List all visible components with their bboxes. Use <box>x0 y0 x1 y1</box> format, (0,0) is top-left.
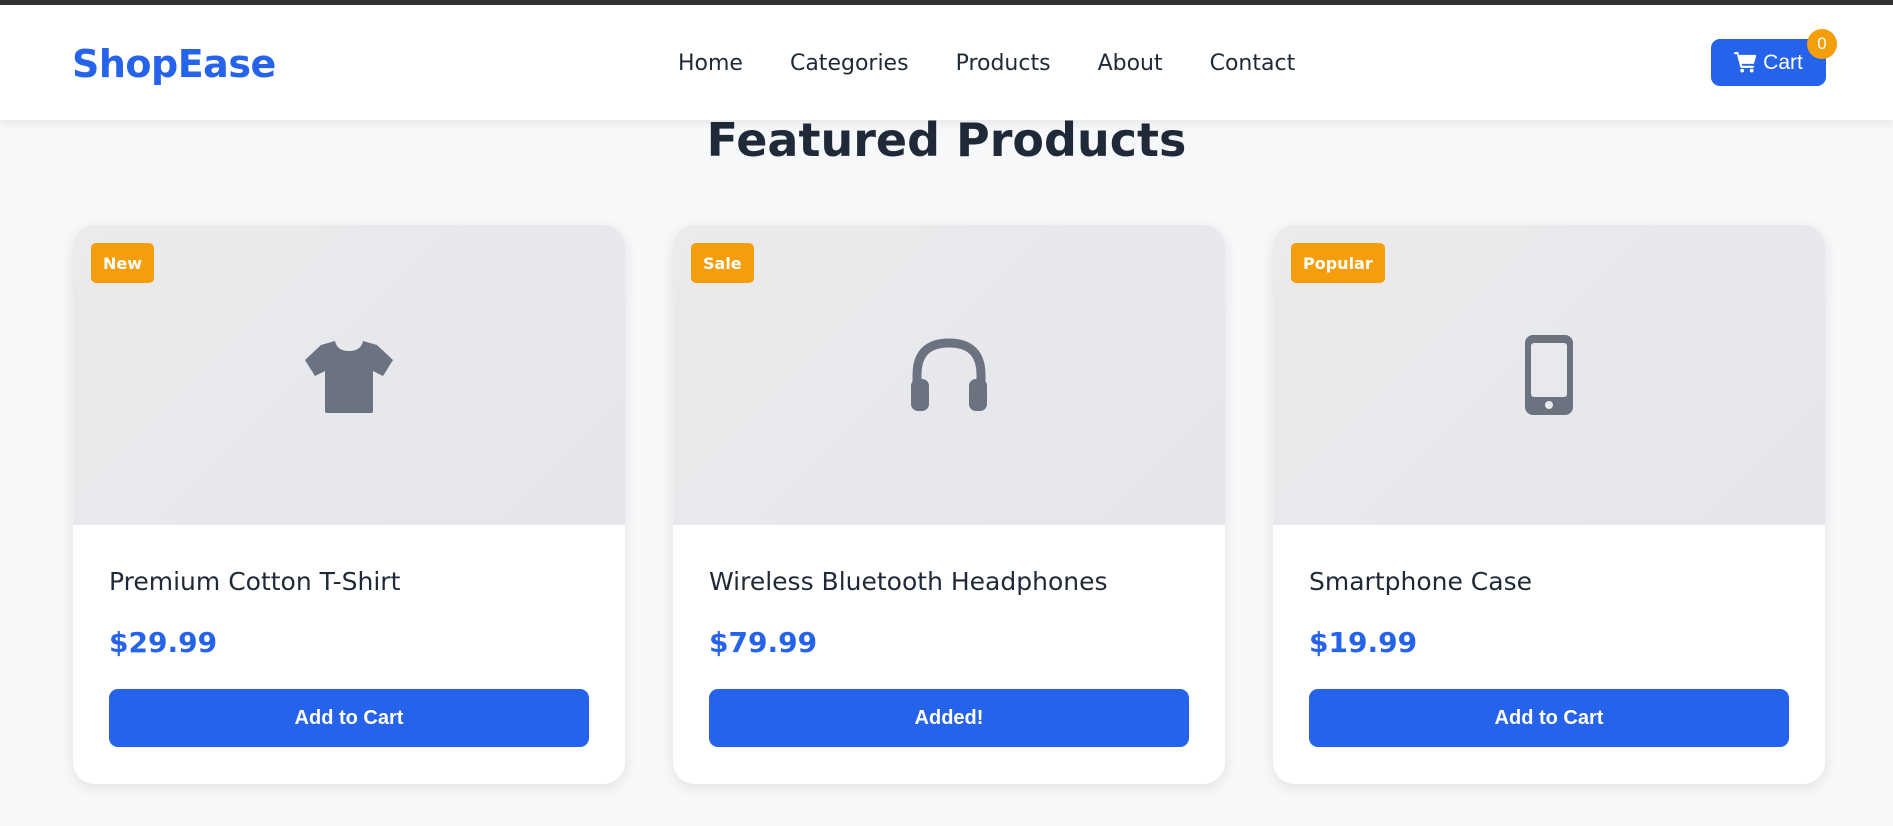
cart-count-badge: 0 <box>1807 29 1837 59</box>
product-name[interactable]: Wireless Bluetooth Headphones <box>709 567 1108 596</box>
product-badge: Sale <box>691 243 754 283</box>
product-price: $79.99 <box>709 626 818 659</box>
product-image[interactable]: New <box>73 225 625 525</box>
cart-label: Cart <box>1763 50 1803 74</box>
headphones-icon <box>911 338 987 411</box>
added-button[interactable]: Added! <box>709 689 1189 747</box>
product-price: $19.99 <box>1309 626 1418 659</box>
product-card: Sale Wireless Bluetooth Headphones $79.9… <box>673 225 1225 784</box>
nav-home[interactable]: Home <box>678 51 743 76</box>
nav-about[interactable]: About <box>1098 51 1163 76</box>
nav-categories[interactable]: Categories <box>790 51 909 76</box>
add-to-cart-button[interactable]: Add to Cart <box>109 689 589 747</box>
tshirt-icon <box>305 341 393 413</box>
logo[interactable]: ShopEase <box>72 42 276 86</box>
product-image[interactable]: Popular <box>1273 225 1825 525</box>
nav-contact[interactable]: Contact <box>1210 51 1296 76</box>
add-to-cart-button[interactable]: Add to Cart <box>1309 689 1789 747</box>
nav-products[interactable]: Products <box>956 51 1051 76</box>
product-name[interactable]: Smartphone Case <box>1309 567 1532 596</box>
section-title: Featured Products <box>706 113 1187 167</box>
product-card: New Premium Cotton T-Shirt $29.99 Add to… <box>73 225 625 784</box>
smartphone-icon <box>1525 335 1573 415</box>
main-nav: Home Categories Products About Contact <box>678 51 1295 76</box>
product-name[interactable]: Premium Cotton T-Shirt <box>109 567 400 596</box>
product-card: Popular Smartphone Case $19.99 Add to Ca… <box>1273 225 1825 784</box>
product-badge: New <box>91 243 155 283</box>
product-badge: Popular <box>1291 243 1385 283</box>
site-header: ShopEase Home Categories Products About … <box>0 5 1893 120</box>
shopping-cart-icon <box>1734 52 1757 73</box>
product-price: $29.99 <box>109 626 218 659</box>
product-image[interactable]: Sale <box>673 225 1225 525</box>
